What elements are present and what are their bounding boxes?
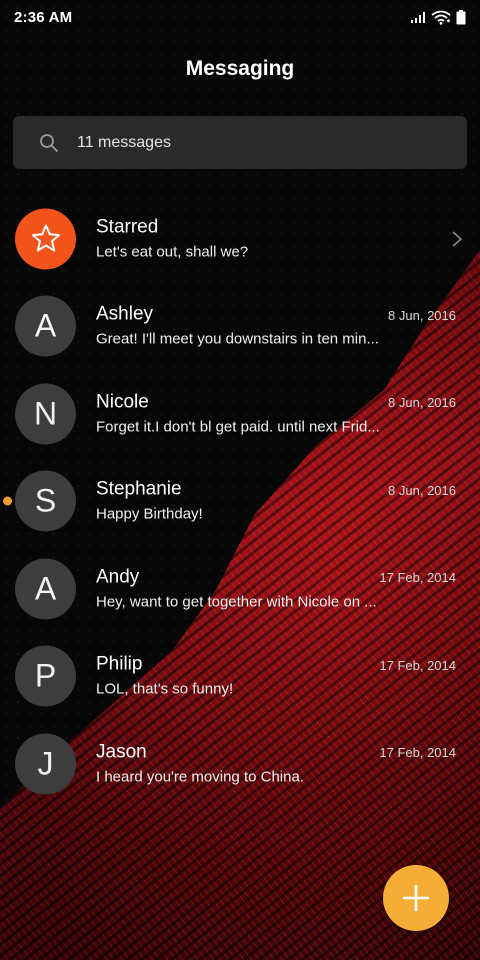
message-date: 17 Feb, 2014 xyxy=(379,745,456,760)
message-preview: Forget it.I don't bl get paid. until nex… xyxy=(96,418,380,436)
search-message-count: 11 messages xyxy=(77,133,171,151)
plus-icon xyxy=(402,884,430,912)
wifi-icon xyxy=(431,10,451,25)
contact-avatar: P xyxy=(15,645,76,707)
messaging-screen: 2:36 AM Messaging 11 messages Starred Le… xyxy=(0,0,480,808)
search-icon xyxy=(40,133,58,152)
conversation-starred[interactable]: Starred Let's eat out, shall we? xyxy=(0,195,480,283)
conversation-jason[interactable]: J Jason I heard you're moving to China. … xyxy=(0,720,480,808)
search-bar[interactable]: 11 messages xyxy=(13,116,467,169)
contact-name: Starred xyxy=(96,216,159,238)
message-preview: LOL, that's so funny! xyxy=(96,680,234,698)
status-bar: 2:36 AM xyxy=(0,0,480,34)
conversation-text: Starred Let's eat out, shall we? xyxy=(96,215,456,262)
status-time: 2:36 AM xyxy=(14,8,73,26)
message-preview: Great! I'll meet you downstairs in ten m… xyxy=(96,330,379,348)
message-preview: Happy Birthday! xyxy=(96,505,203,523)
page-title: Messaging xyxy=(185,57,295,80)
star-icon xyxy=(31,224,60,252)
message-date: 17 Feb, 2014 xyxy=(379,657,456,673)
new-message-button[interactable] xyxy=(383,865,449,931)
contact-avatar: S xyxy=(15,470,76,532)
starred-avatar xyxy=(15,208,76,270)
chevron-right-icon xyxy=(452,231,463,247)
conversation-ashley[interactable]: A Ashley Great! I'll meet you downstairs… xyxy=(0,283,480,371)
conversation-nicole[interactable]: N Nicole Forget it.I don't bl get paid. … xyxy=(0,370,480,458)
contact-avatar: A xyxy=(15,558,76,620)
unread-indicator xyxy=(3,496,12,506)
message-date: 8 Jun, 2016 xyxy=(388,395,456,410)
message-date: 8 Jun, 2016 xyxy=(388,482,456,498)
battery-icon xyxy=(456,9,466,24)
signal-icon xyxy=(411,11,425,23)
conversation-stephanie[interactable]: S Stephanie Happy Birthday! 8 Jun, 2016 xyxy=(0,458,480,546)
contact-avatar: A xyxy=(15,295,76,357)
conversation-philip[interactable]: P Philip LOL, that's so funny! 17 Feb, 2… xyxy=(0,633,480,721)
message-date: 8 Jun, 2016 xyxy=(388,307,456,323)
status-icons xyxy=(410,9,466,25)
message-preview: Hey, want to get together with Nicole on… xyxy=(96,593,377,611)
contact-avatar: N xyxy=(15,383,76,445)
message-preview: I heard you're moving to China. xyxy=(96,768,304,786)
message-date: 17 Feb, 2014 xyxy=(379,570,456,585)
conversation-list: Starred Let's eat out, shall we? A Ashle… xyxy=(0,195,480,808)
message-preview: Let's eat out, shall we? xyxy=(96,243,249,261)
conversation-andy[interactable]: A Andy Hey, want to get together with Ni… xyxy=(0,545,480,633)
contact-avatar: J xyxy=(15,733,76,795)
